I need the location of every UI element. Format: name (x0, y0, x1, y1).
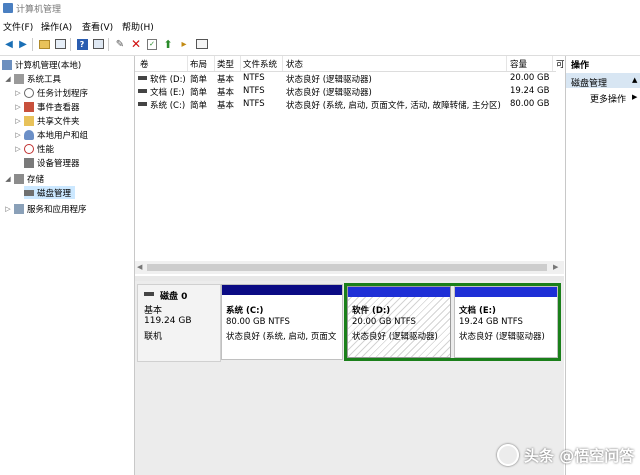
event-log-icon (24, 101, 34, 112)
disk-type: 基本 (144, 306, 163, 316)
show-hide-tree-icon[interactable] (54, 38, 66, 50)
partition-c[interactable]: 系统 (C:) 80.00 GB NTFS 状态良好 (系统, 启动, 页面文 (221, 284, 343, 360)
menu-view[interactable]: 查看(V) (82, 20, 113, 33)
chevron-right-icon[interactable]: ▷ (14, 131, 22, 139)
watermark: 头条 @悟空问答 (497, 441, 637, 469)
tree-item-performance[interactable]: ▷ 性能 (14, 142, 54, 155)
tree-item-system-tools[interactable]: ◢ 系统工具 (4, 72, 61, 85)
tree-item-root[interactable]: 计算机管理(本地) (2, 58, 81, 71)
volume-icon (138, 76, 147, 80)
toolbar: ◀ ▶ ? ✎ ✕ ✓ ⬆ ▸ (0, 34, 640, 56)
menu-help[interactable]: 帮助(H) (122, 20, 154, 33)
disk-size: 119.24 GB (144, 316, 192, 326)
app-icon (3, 3, 13, 13)
menu-bar: 文件(F) 操作(A) 查看(V) 帮助(H) (0, 17, 640, 34)
connect-icon[interactable]: ✎ (114, 38, 126, 50)
search-folder-icon[interactable]: ▸ (178, 38, 190, 50)
volume-list-header: 卷 布局 类型 文件系统 状态 容量 可 (135, 56, 565, 72)
tree-item-shared-folders[interactable]: ▷ 共享文件夹 (14, 114, 80, 127)
scroll-right-icon[interactable]: ▶ (553, 263, 558, 271)
actions-pane: 操作 磁盘管理 ▲ 更多操作 ▶ (565, 56, 640, 475)
navigation-tree: 计算机管理(本地) ◢ 系统工具 ▷ 任务计划程序 ▷ 事件查看器 ▷ 共享文件… (0, 56, 135, 475)
chevron-right-icon[interactable]: ▷ (14, 89, 22, 97)
partition-e-bar (455, 287, 557, 297)
chevron-right-icon[interactable]: ▷ (14, 117, 22, 125)
menu-action[interactable]: 操作(A) (41, 20, 72, 33)
disk-0-label[interactable]: 磁盘 0 基本 119.24 GB 联机 (137, 284, 221, 362)
window-title: 计算机管理 (16, 5, 62, 15)
volume-icon (138, 102, 147, 106)
chevron-right-icon[interactable]: ▷ (4, 205, 12, 213)
chevron-down-icon[interactable]: ◢ (4, 75, 12, 83)
scrollbar-thumb[interactable] (147, 264, 547, 271)
forward-icon[interactable]: ▶ (17, 38, 29, 50)
computer-icon (2, 59, 12, 70)
up-arrow-icon[interactable]: ⬆ (162, 38, 174, 51)
actions-title: 操作 (571, 61, 590, 71)
delete-icon[interactable]: ✕ (130, 37, 142, 51)
column-header-layout[interactable]: 布局 (190, 58, 207, 70)
list-view-icon[interactable] (196, 38, 208, 50)
tools-icon (14, 73, 24, 84)
tree-item-disk-management[interactable]: 磁盘管理 (24, 186, 76, 199)
up-folder-icon[interactable] (38, 38, 50, 50)
tree-item-event-viewer[interactable]: ▷ 事件查看器 (14, 100, 80, 113)
horizontal-scrollbar[interactable]: ◀ ▶ (135, 261, 564, 274)
title-bar: 计算机管理 (0, 0, 640, 17)
help-icon[interactable]: ? (76, 38, 88, 50)
column-header-capacity[interactable]: 容量 (510, 58, 527, 70)
volume-list: 卷 布局 类型 文件系统 状态 容量 可 软件 (D:) 简单 基本 NTFS … (135, 56, 565, 276)
users-icon (24, 129, 34, 140)
column-header-free[interactable]: 可 (556, 58, 565, 70)
tree-item-device-manager[interactable]: 设备管理器 (24, 156, 80, 169)
tree-item-services[interactable]: ▷ 服务和应用程序 (4, 202, 87, 215)
partition-d-bar (348, 287, 450, 297)
shared-folder-icon (24, 115, 34, 126)
disk-icon (24, 189, 34, 196)
tree-item-storage[interactable]: ◢ 存储 (4, 172, 44, 185)
more-actions-arrow-icon[interactable]: ▶ (632, 93, 637, 101)
back-icon[interactable]: ◀ (3, 38, 15, 50)
device-manager-icon (24, 157, 34, 168)
check-icon[interactable]: ✓ (146, 38, 158, 50)
disk-status: 联机 (144, 332, 163, 342)
partition-e[interactable]: 文档 (E:) 19.24 GB NTFS 状态良好 (逻辑驱动器) (454, 286, 558, 358)
disk-icon (144, 292, 154, 296)
column-header-status[interactable]: 状态 (286, 58, 303, 70)
menu-file[interactable]: 文件(F) (3, 20, 33, 33)
performance-icon (24, 143, 34, 154)
actions-section-disk-management[interactable]: 磁盘管理 ▲ (566, 73, 640, 89)
properties-icon[interactable] (92, 38, 104, 50)
clock-icon (24, 87, 34, 98)
column-header-filesystem[interactable]: 文件系统 (243, 58, 277, 70)
partition-c-bar (222, 285, 342, 295)
column-header-volume[interactable]: 卷 (140, 58, 149, 70)
collapse-icon[interactable]: ▲ (632, 76, 637, 84)
tree-item-task-scheduler[interactable]: ▷ 任务计划程序 (14, 86, 88, 99)
chevron-down-icon[interactable]: ◢ (4, 175, 12, 183)
storage-icon (14, 173, 24, 184)
table-row[interactable]: 文档 (E:) 简单 基本 NTFS 状态良好 (逻辑驱动器) 19.24 GB… (135, 85, 564, 98)
disk-name: 磁盘 0 (160, 292, 188, 302)
column-header-type[interactable]: 类型 (217, 58, 234, 70)
scroll-left-icon[interactable]: ◀ (137, 263, 142, 271)
table-row[interactable]: 系统 (C:) 简单 基本 NTFS 状态良好 (系统, 启动, 页面文件, 活… (135, 98, 564, 111)
partition-d[interactable]: 软件 (D:) 20.00 GB NTFS 状态良好 (逻辑驱动器) (347, 286, 451, 358)
volume-icon (138, 89, 147, 93)
vertical-scrollbar[interactable] (556, 71, 564, 261)
services-icon (14, 203, 24, 214)
chevron-right-icon[interactable]: ▷ (14, 145, 22, 153)
chevron-right-icon[interactable]: ▷ (14, 103, 22, 111)
table-row[interactable]: 软件 (D:) 简单 基本 NTFS 状态良好 (逻辑驱动器) 20.00 GB… (135, 72, 564, 85)
tree-item-local-users[interactable]: ▷ 本地用户和组 (14, 128, 88, 141)
watermark-logo-icon (497, 444, 519, 466)
more-actions-link[interactable]: 更多操作 (590, 92, 626, 105)
